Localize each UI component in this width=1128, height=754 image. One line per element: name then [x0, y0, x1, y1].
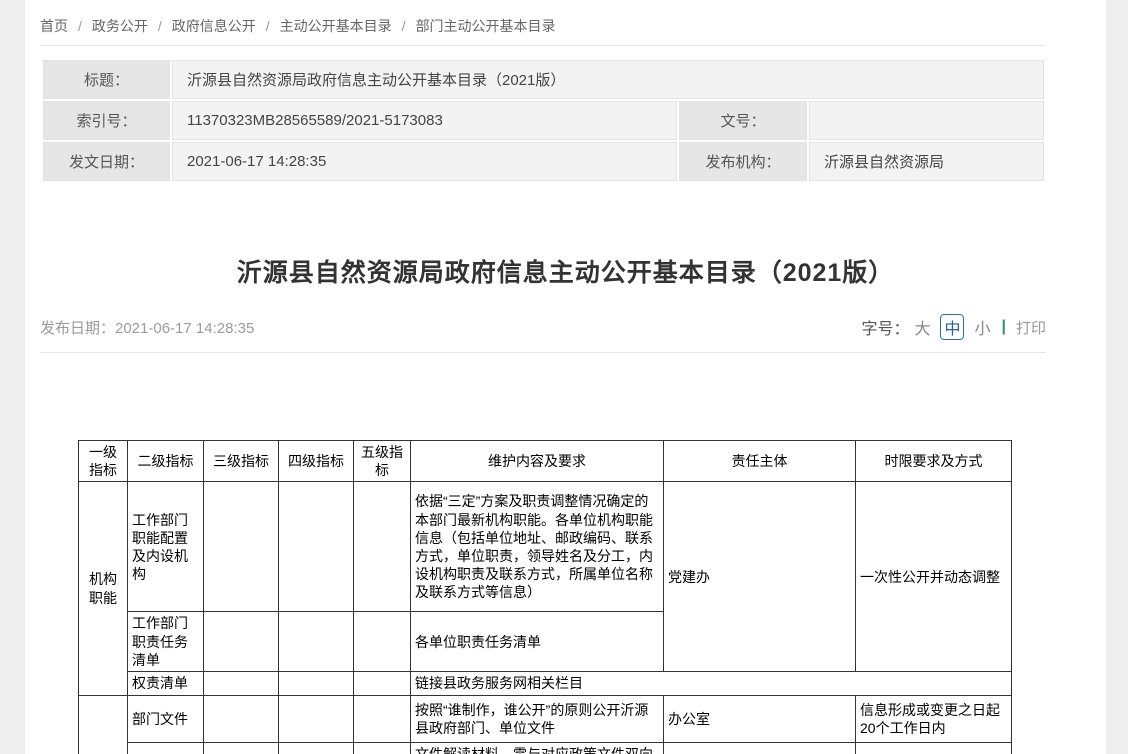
- header-indicator1: 一级指标: [79, 441, 128, 482]
- breadcrumb-divider: [40, 45, 1046, 46]
- cell-indicator1: 机构职能: [79, 482, 128, 696]
- print-button[interactable]: 打印: [1016, 317, 1046, 338]
- meta-title-label: 标题：: [43, 60, 170, 99]
- header-indicator2: 二级指标: [128, 441, 204, 482]
- font-size-tools: 字号： 大 中 小 | 打印: [861, 314, 1046, 340]
- meta-title-value: 沂源县自然资源局政府信息主动公开基本目录（2021版）: [172, 60, 1044, 99]
- cell-indicator5: [354, 612, 411, 672]
- catalog-header-row: 一级指标 二级指标 三级指标 四级指标 五级指标 维护内容及要求 责任主体 时限…: [79, 441, 1012, 482]
- meta-row-index: 索引号： 11370323MB28565589/2021-5173083 文号：: [43, 101, 1044, 140]
- meta-docno-value: [809, 101, 1044, 140]
- cell-responsible: 文件起草科室、单位: [664, 742, 856, 754]
- meta-index-label: 索引号：: [43, 101, 170, 140]
- cell-indicator1: [79, 695, 128, 754]
- meta-docno-label: 文号：: [679, 101, 807, 140]
- table-row: 权责清单 链接县政务服务网相关栏目: [79, 671, 1012, 695]
- page-title: 沂源县自然资源局政府信息主动公开基本目录（2021版）: [25, 253, 1106, 289]
- cell-indicator4: [279, 482, 354, 612]
- breadcrumb-dept-catalog[interactable]: 部门主动公开基本目录: [416, 16, 556, 36]
- breadcrumb-zhengwu[interactable]: 政务公开: [92, 16, 148, 36]
- cell-responsible: 党建办: [664, 482, 856, 672]
- meta-date-value: 2021-06-17 14:28:35: [172, 142, 677, 181]
- header-indicator5: 五级指标: [354, 441, 411, 482]
- cell-indicator4: [279, 671, 354, 695]
- meta-agency-label: 发布机构：: [679, 142, 807, 181]
- cell-content: 链接县政务服务网相关栏目: [411, 671, 1012, 695]
- cell-indicator3: [204, 612, 279, 672]
- meta-agency-value: 沂源县自然资源局: [809, 142, 1044, 181]
- cell-content: 各单位职责任务清单: [411, 612, 664, 672]
- breadcrumb-separator: /: [402, 18, 406, 34]
- font-size-label: 字号：: [861, 315, 909, 339]
- breadcrumb-info-disclosure[interactable]: 政府信息公开: [172, 16, 256, 36]
- catalog-table-wrap: 一级指标 二级指标 三级指标 四级指标 五级指标 维护内容及要求 责任主体 时限…: [78, 440, 1012, 754]
- meta-row-title: 标题： 沂源县自然资源局政府信息主动公开基本目录（2021版）: [43, 60, 1044, 99]
- content-panel: 首页 / 政务公开 / 政府信息公开 / 主动公开基本目录 / 部门主动公开基本…: [25, 0, 1106, 754]
- cell-indicator4: [279, 612, 354, 672]
- cell-indicator4: [279, 742, 354, 754]
- cell-indicator2: 工作部门职责任务清单: [128, 612, 204, 672]
- table-row: 机构职能 工作部门职能配置及内设机构 依据“三定”方案及职责调整情况确定的本部门…: [79, 482, 1012, 612]
- cell-time-limit: 一次性公开并动态调整: [856, 482, 1012, 672]
- breadcrumb-separator: /: [158, 18, 162, 34]
- cell-indicator2: 工作部门职能配置及内设机构: [128, 482, 204, 612]
- header-divider: [40, 352, 1046, 353]
- page: 首页 / 政务公开 / 政府信息公开 / 主动公开基本目录 / 部门主动公开基本…: [0, 0, 1128, 754]
- publish-date: 发布日期：2021-06-17 14:28:35: [40, 317, 254, 338]
- meta-date-label: 发文日期：: [43, 142, 170, 181]
- cell-time-limit: 与所解读文件同步公开: [856, 742, 1012, 754]
- cell-indicator5: [354, 671, 411, 695]
- cell-time-limit: 信息形成或变更之日起20个工作日内: [856, 695, 1012, 742]
- cell-indicator3: [204, 482, 279, 612]
- cell-indicator3: [204, 695, 279, 742]
- cell-indicator3: [204, 742, 279, 754]
- cell-indicator3: [204, 671, 279, 695]
- breadcrumb-separator: /: [78, 18, 82, 34]
- print-divider: |: [1002, 318, 1006, 336]
- cell-indicator2: 权责清单: [128, 671, 204, 695]
- cell-responsible: 办公室: [664, 695, 856, 742]
- meta-index-value: 11370323MB28565589/2021-5173083: [172, 101, 677, 140]
- catalog-table: 一级指标 二级指标 三级指标 四级指标 五级指标 维护内容及要求 责任主体 时限…: [78, 440, 1012, 754]
- cell-indicator5: [354, 482, 411, 612]
- cell-indicator4: [279, 695, 354, 742]
- publish-row: 发布日期：2021-06-17 14:28:35 字号： 大 中 小 | 打印: [40, 314, 1046, 340]
- cell-indicator2: 部门文件: [128, 695, 204, 742]
- cell-indicator5: [354, 742, 411, 754]
- header-indicator3: 三级指标: [204, 441, 279, 482]
- cell-content: 文件解读材料，需与对应政策文件双向关联: [411, 742, 664, 754]
- breadcrumb-home[interactable]: 首页: [40, 16, 68, 36]
- document-meta-table: 标题： 沂源县自然资源局政府信息主动公开基本目录（2021版） 索引号： 113…: [43, 60, 1044, 181]
- cell-indicator2: 政策解读: [128, 742, 204, 754]
- cell-content: 按照“谁制作，谁公开”的原则公开沂源县政府部门、单位文件: [411, 695, 664, 742]
- table-row: 政策解读 文件解读材料，需与对应政策文件双向关联 文件起草科室、单位 与所解读文…: [79, 742, 1012, 754]
- breadcrumb-separator: /: [266, 18, 270, 34]
- breadcrumb: 首页 / 政务公开 / 政府信息公开 / 主动公开基本目录 / 部门主动公开基本…: [40, 16, 556, 36]
- font-size-large-button[interactable]: 大: [914, 315, 930, 339]
- table-row: 部门文件 按照“谁制作，谁公开”的原则公开沂源县政府部门、单位文件 办公室 信息…: [79, 695, 1012, 742]
- header-indicator4: 四级指标: [279, 441, 354, 482]
- meta-row-date: 发文日期： 2021-06-17 14:28:35 发布机构： 沂源县自然资源局: [43, 142, 1044, 181]
- cell-indicator5: [354, 695, 411, 742]
- header-responsible: 责任主体: [664, 441, 856, 482]
- header-content: 维护内容及要求: [411, 441, 664, 482]
- font-size-medium-button[interactable]: 中: [940, 314, 964, 340]
- breadcrumb-basic-catalog[interactable]: 主动公开基本目录: [280, 16, 392, 36]
- header-time-limit: 时限要求及方式: [856, 441, 1012, 482]
- font-size-small-button[interactable]: 小: [974, 315, 990, 339]
- cell-content: 依据“三定”方案及职责调整情况确定的本部门最新机构职能。各单位机构职能信息（包括…: [411, 482, 664, 612]
